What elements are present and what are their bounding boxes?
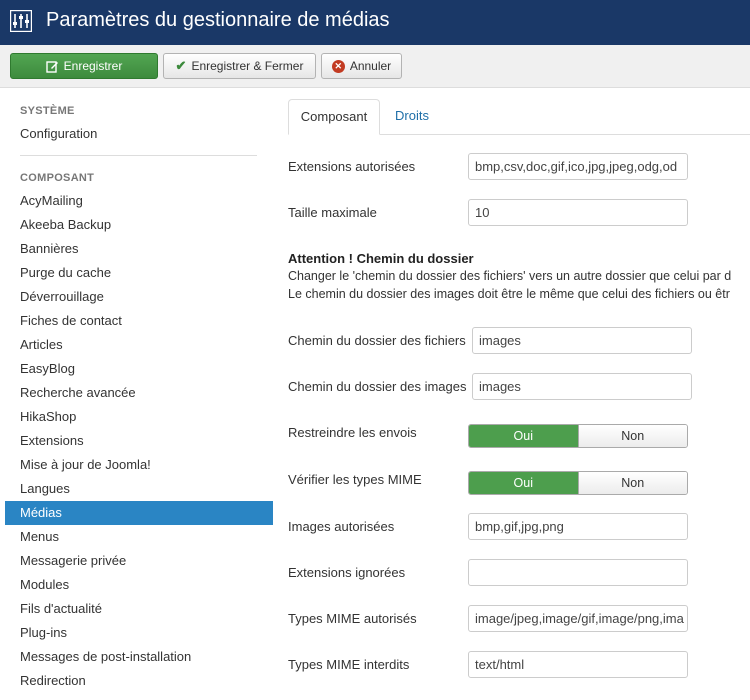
cancel-button-label: Annuler — [349, 59, 392, 73]
sidebar-item[interactable]: Akeeba Backup — [5, 213, 273, 237]
extensions-label: Extensions autorisées — [288, 159, 416, 174]
tab-bar: Composant Droits — [288, 99, 750, 135]
check-mime-no[interactable]: Non — [577, 472, 687, 494]
sidebar-item[interactable]: Redirection — [5, 669, 273, 693]
tab-composant[interactable]: Composant — [288, 99, 380, 135]
check-mime-toggle: Oui Non — [468, 471, 688, 495]
restrict-uploads-yes[interactable]: Oui — [469, 425, 578, 447]
cancel-icon: ✕ — [331, 59, 345, 73]
settings-sliders-icon — [10, 10, 32, 32]
toolbar: Enregistrer ✔ Enregistrer & Fermer ✕ Ann… — [0, 45, 750, 88]
restrict-uploads-toggle: Oui Non — [468, 424, 688, 448]
sidebar-item[interactable]: Fils d'actualité — [5, 597, 273, 621]
sidebar-item[interactable]: Mise à jour de Joomla! — [5, 453, 273, 477]
sidebar-item[interactable]: EasyBlog — [5, 357, 273, 381]
images-allowed-field[interactable]: bmp,gif,jpg,png — [468, 513, 688, 540]
extensions-field[interactable]: bmp,csv,doc,gif,ico,jpg,jpeg,odg,od — [468, 153, 688, 180]
app-header: Paramètres du gestionnaire de médias — [0, 0, 750, 45]
page-title: Paramètres du gestionnaire de médias — [46, 9, 390, 31]
sidebar-heading-component: COMPOSANT — [20, 172, 95, 184]
check-mime-yes[interactable]: Oui — [469, 472, 578, 494]
save-button[interactable]: Enregistrer — [10, 53, 158, 79]
sidebar-item[interactable]: HikaShop — [5, 405, 273, 429]
sidebar-item[interactable]: Bannières — [5, 237, 273, 261]
sidebar-item[interactable]: Articles — [5, 333, 273, 357]
cancel-button[interactable]: ✕ Annuler — [321, 53, 402, 79]
sidebar-item[interactable]: Messages de post-installation — [5, 645, 273, 669]
sidebar-item[interactable]: Messagerie privée — [5, 549, 273, 573]
sidebar-divider — [20, 155, 257, 156]
file-path-label: Chemin du dossier des fichiers — [288, 333, 466, 348]
sidebar-item[interactable]: Menus — [5, 525, 273, 549]
tab-droits[interactable]: Droits — [380, 99, 444, 135]
notice-line-1: Changer le 'chemin du dossier des fichie… — [288, 269, 732, 283]
sidebar-item[interactable]: Déverrouillage — [5, 285, 273, 309]
sidebar-item[interactable]: Modules — [5, 573, 273, 597]
mime-allowed-label: Types MIME autorisés — [288, 611, 417, 626]
sidebar-item[interactable]: Recherche avancée — [5, 381, 273, 405]
sidebar-heading-system: SYSTÈME — [20, 105, 75, 117]
restrict-uploads-label: Restreindre les envois — [288, 425, 417, 440]
notice-title: Attention ! Chemin du dossier — [288, 251, 474, 266]
check-mime-label: Vérifier les types MIME — [288, 472, 422, 487]
restrict-uploads-no[interactable]: Non — [577, 425, 687, 447]
file-path-field[interactable]: images — [472, 327, 692, 354]
sidebar-item[interactable]: AcyMailing — [5, 189, 273, 213]
sidebar-item[interactable]: Extensions — [5, 429, 273, 453]
image-path-label: Chemin du dossier des images — [288, 379, 467, 394]
save-close-button[interactable]: ✔ Enregistrer & Fermer — [163, 53, 316, 79]
sidebar-item[interactable]: Purge du cache — [5, 261, 273, 285]
notice-line-2: Le chemin du dossier des images doit êtr… — [288, 287, 730, 301]
sidebar-item-configuration[interactable]: Configuration — [5, 122, 273, 146]
mime-denied-label: Types MIME interdits — [288, 657, 410, 672]
check-icon: ✔ — [175, 58, 187, 73]
sidebar-item-active[interactable]: Médias — [5, 501, 273, 525]
sidebar: SYSTÈME Configuration COMPOSANT AcyMaili… — [0, 88, 273, 700]
maxsize-field[interactable]: 10 — [468, 199, 688, 226]
edit-icon — [45, 60, 59, 73]
maxsize-label: Taille maximale — [288, 205, 377, 220]
mime-denied-field[interactable]: text/html — [468, 651, 688, 678]
images-allowed-label: Images autorisées — [288, 519, 395, 534]
ignored-extensions-label: Extensions ignorées — [288, 565, 406, 580]
ignored-extensions-field[interactable] — [468, 559, 688, 586]
save-close-button-label: Enregistrer & Fermer — [191, 59, 304, 73]
mime-allowed-field[interactable]: image/jpeg,image/gif,image/png,ima — [468, 605, 688, 632]
sidebar-item[interactable]: Plug-ins — [5, 621, 273, 645]
sidebar-item[interactable]: Langues — [5, 477, 273, 501]
sidebar-item[interactable]: Fiches de contact — [5, 309, 273, 333]
image-path-field[interactable]: images — [472, 373, 692, 400]
save-button-label: Enregistrer — [63, 59, 123, 73]
